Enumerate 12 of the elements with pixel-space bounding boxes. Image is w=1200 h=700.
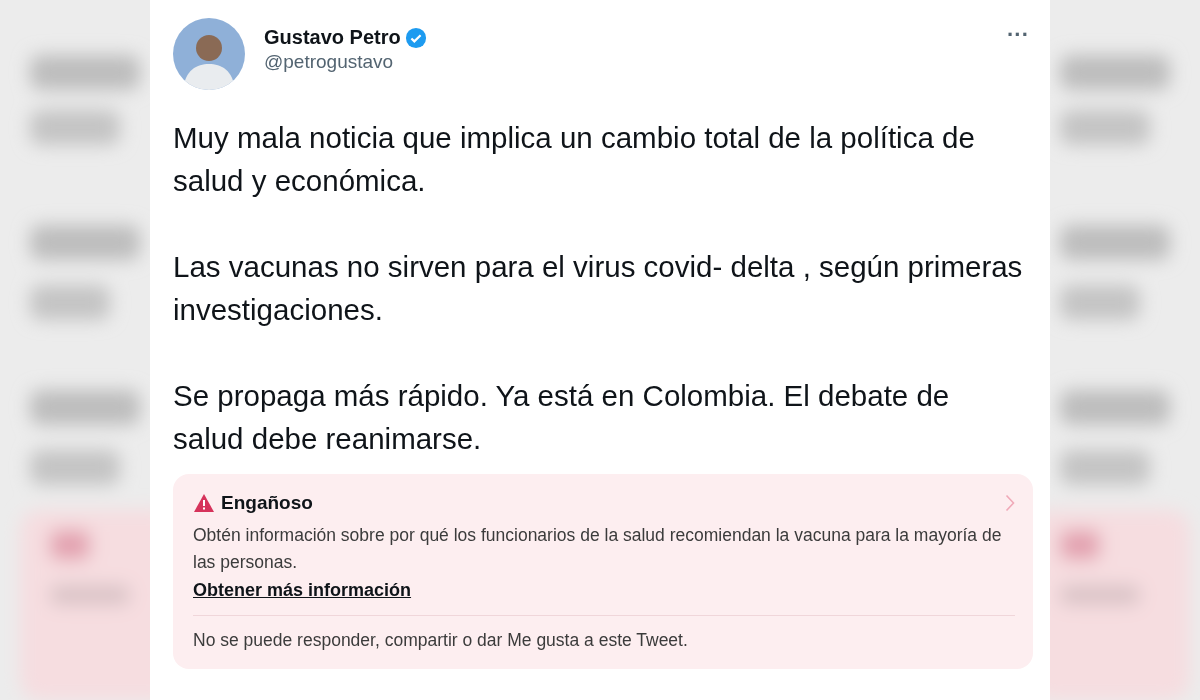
more-button[interactable]: ··· — [1003, 24, 1033, 46]
tweet-paragraph: Las vacunas no sirven para el virus covid- delta , según primeras investigaciones. — [173, 249, 1023, 328]
warning-icon — [193, 493, 215, 513]
warning-notice[interactable] — [173, 474, 1033, 669]
tweet-paragraph: Se propaga más rápido. Ya está en Colombia. El debate de salud debe reanimarse. — [173, 378, 951, 457]
notice-footer: No se puede responder, compartir o dar Me gusta a este Tweet. — [193, 630, 1015, 651]
notice-title: Engañoso — [221, 492, 314, 514]
tweet-paragraph: Muy mala noticia que implica un cambio total de la política de salud y económica. — [173, 120, 976, 199]
notice-text: Obtén información sobre por qué los funcionarios de la salud recomiendan la vacuna para la mayoría de las personas. — [193, 524, 1003, 574]
learn-more-link[interactable]: Obtener más información — [193, 580, 412, 601]
author-handle[interactable]: @petrogustavo — [264, 51, 984, 73]
author-name[interactable]: Gustavo Petro — [264, 26, 401, 49]
